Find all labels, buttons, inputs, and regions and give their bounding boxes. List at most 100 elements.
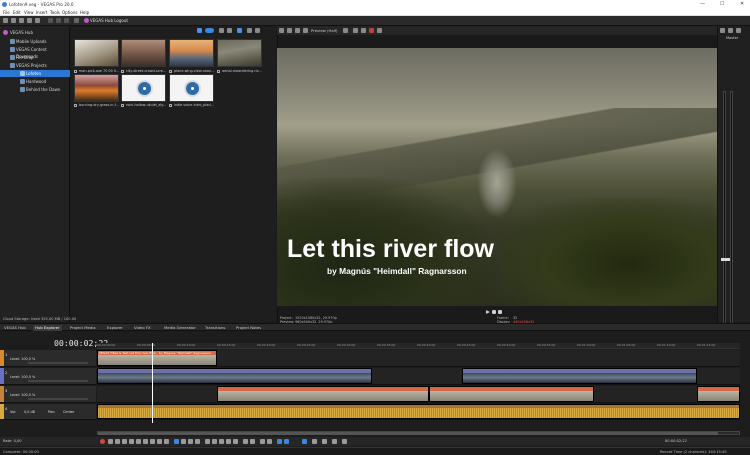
region-button[interactable] (267, 439, 272, 444)
prev-frame-button[interactable] (157, 439, 162, 444)
tree-item-vegas-projects[interactable]: VEGAS Projects (0, 62, 70, 69)
properties-icon[interactable] (27, 18, 32, 23)
trim-end-button[interactable] (226, 439, 231, 444)
menu-edit[interactable]: Edit (13, 10, 21, 15)
save-icon[interactable] (19, 18, 24, 23)
tree-item-file-drop[interactable]: File Drop (0, 54, 70, 61)
more-tools-button[interactable] (342, 439, 347, 444)
import-icon[interactable] (237, 28, 242, 33)
overlay-icon[interactable] (303, 28, 308, 33)
minimize-button[interactable]: — (700, 1, 705, 7)
tree-item-vegas-hub[interactable]: VEGAS Hub (0, 29, 70, 36)
trim-start-button[interactable] (219, 439, 224, 444)
timeline-scroll-thumb[interactable] (98, 432, 718, 435)
next-frame-button[interactable] (164, 439, 169, 444)
media-checkbox[interactable] (121, 104, 124, 107)
media-checkbox[interactable] (121, 70, 124, 73)
envelope-tool-button[interactable] (181, 439, 186, 444)
media-thumb-rock-hollow-audio[interactable] (121, 74, 166, 102)
track-level-slider[interactable] (28, 398, 88, 400)
tree-item-lofoten[interactable]: Lofoten (0, 70, 70, 77)
media-checkbox[interactable] (74, 104, 77, 107)
playhead[interactable] (152, 343, 153, 423)
paste-icon[interactable] (64, 18, 69, 23)
video-clip[interactable] (697, 386, 740, 402)
trim-button[interactable] (212, 439, 217, 444)
delete-button[interactable] (205, 439, 210, 444)
track-header-1[interactable]: 1 Level: 100,0 % (0, 350, 96, 367)
new-project-icon[interactable] (3, 18, 8, 23)
track-level-slider[interactable] (28, 362, 88, 364)
tree-item-content-downloads[interactable]: VEGAS Content Downloads (0, 46, 70, 59)
pause-button[interactable] (129, 439, 134, 444)
stop-icon[interactable] (498, 310, 502, 314)
media-checkbox[interactable] (74, 70, 77, 73)
record-icon[interactable] (369, 28, 374, 33)
stop-button[interactable] (136, 439, 141, 444)
media-thumb-indie-voice-audio[interactable] (169, 74, 214, 102)
menu-insert[interactable]: Insert (36, 10, 47, 15)
upload-icon[interactable] (197, 28, 202, 33)
audio-clip[interactable] (97, 404, 740, 419)
menu-file[interactable]: File (3, 10, 10, 15)
lock-button[interactable] (243, 439, 248, 444)
cut-icon[interactable] (48, 18, 53, 23)
timeline-scrollbar[interactable] (97, 431, 740, 435)
video-clip[interactable] (97, 368, 372, 384)
media-thumb-city-street[interactable] (121, 39, 166, 67)
loop-button[interactable] (108, 439, 113, 444)
auto-crossfade-button[interactable] (284, 439, 289, 444)
track-lane-3[interactable] (97, 386, 740, 403)
hub-logout-label[interactable]: VEGAS Hub Logout (90, 18, 128, 23)
open-project-icon[interactable] (11, 18, 16, 23)
copy-snapshot-icon[interactable] (353, 28, 358, 33)
time-ruler[interactable]: 00:00:00;00 00:00:05;00 00:00:10;00 00:0… (97, 343, 740, 349)
tree-item-mobile-uploads[interactable]: Mobile Uploads (0, 38, 70, 45)
zoom-tool-button[interactable] (195, 439, 200, 444)
track-lane-4-audio[interactable] (97, 404, 740, 420)
tree-item-behind-the-dawn[interactable]: Behind the Dawn (0, 86, 70, 93)
media-thumb-plane-wing[interactable] (169, 39, 214, 67)
menu-help[interactable]: Help (80, 10, 89, 15)
track-header-2[interactable]: 2 Level: 100,0 % (0, 368, 96, 385)
tree-item-hardwood[interactable]: Hardwood (0, 78, 70, 85)
grid-view-icon[interactable] (255, 28, 260, 33)
master-fx-icon[interactable] (728, 28, 733, 33)
go-to-end-button[interactable] (150, 439, 155, 444)
track-lane-2[interactable] (97, 368, 740, 385)
master-settings-icon[interactable] (720, 28, 725, 33)
play-button[interactable] (122, 439, 127, 444)
video-clip[interactable] (462, 368, 697, 384)
paint-tool-button[interactable] (332, 439, 337, 444)
title-clip[interactable]: VEGAS Titles & Text Let this river flow.… (97, 350, 217, 366)
preview-settings-icon[interactable] (279, 28, 284, 33)
split-button[interactable] (233, 439, 238, 444)
snapping-button[interactable] (250, 439, 255, 444)
settings-icon[interactable] (35, 18, 40, 23)
menu-tools[interactable]: Tools (50, 10, 60, 15)
video-clip[interactable] (217, 386, 429, 402)
selection-tool-button[interactable] (188, 439, 193, 444)
preview-option-icon[interactable] (343, 28, 348, 33)
track-header-4-audio[interactable]: 4 Vol: 0,0 dB Pan: Center (0, 404, 96, 420)
master-fader-handle[interactable] (721, 258, 730, 261)
stop-icon[interactable] (227, 28, 232, 33)
media-checkbox[interactable] (217, 70, 220, 73)
normal-edit-tool-button[interactable] (174, 439, 179, 444)
undo-icon[interactable] (74, 18, 79, 23)
toggle-icon[interactable] (205, 28, 214, 33)
go-to-start-button[interactable] (143, 439, 148, 444)
menu-options[interactable]: Options (62, 10, 77, 15)
close-button[interactable]: ✕ (740, 1, 744, 7)
fx-button[interactable] (312, 439, 317, 444)
media-thumb-aerial-river[interactable] (217, 39, 262, 67)
media-checkbox[interactable] (169, 70, 172, 73)
maximize-button[interactable]: ☐ (720, 1, 724, 7)
grid-icon[interactable] (377, 28, 382, 33)
play-icon[interactable] (486, 310, 490, 314)
record-button[interactable] (100, 439, 105, 444)
pause-icon[interactable] (492, 310, 496, 314)
play-icon[interactable] (219, 28, 224, 33)
copy-icon[interactable] (56, 18, 61, 23)
view-mode-icon[interactable] (247, 28, 252, 33)
